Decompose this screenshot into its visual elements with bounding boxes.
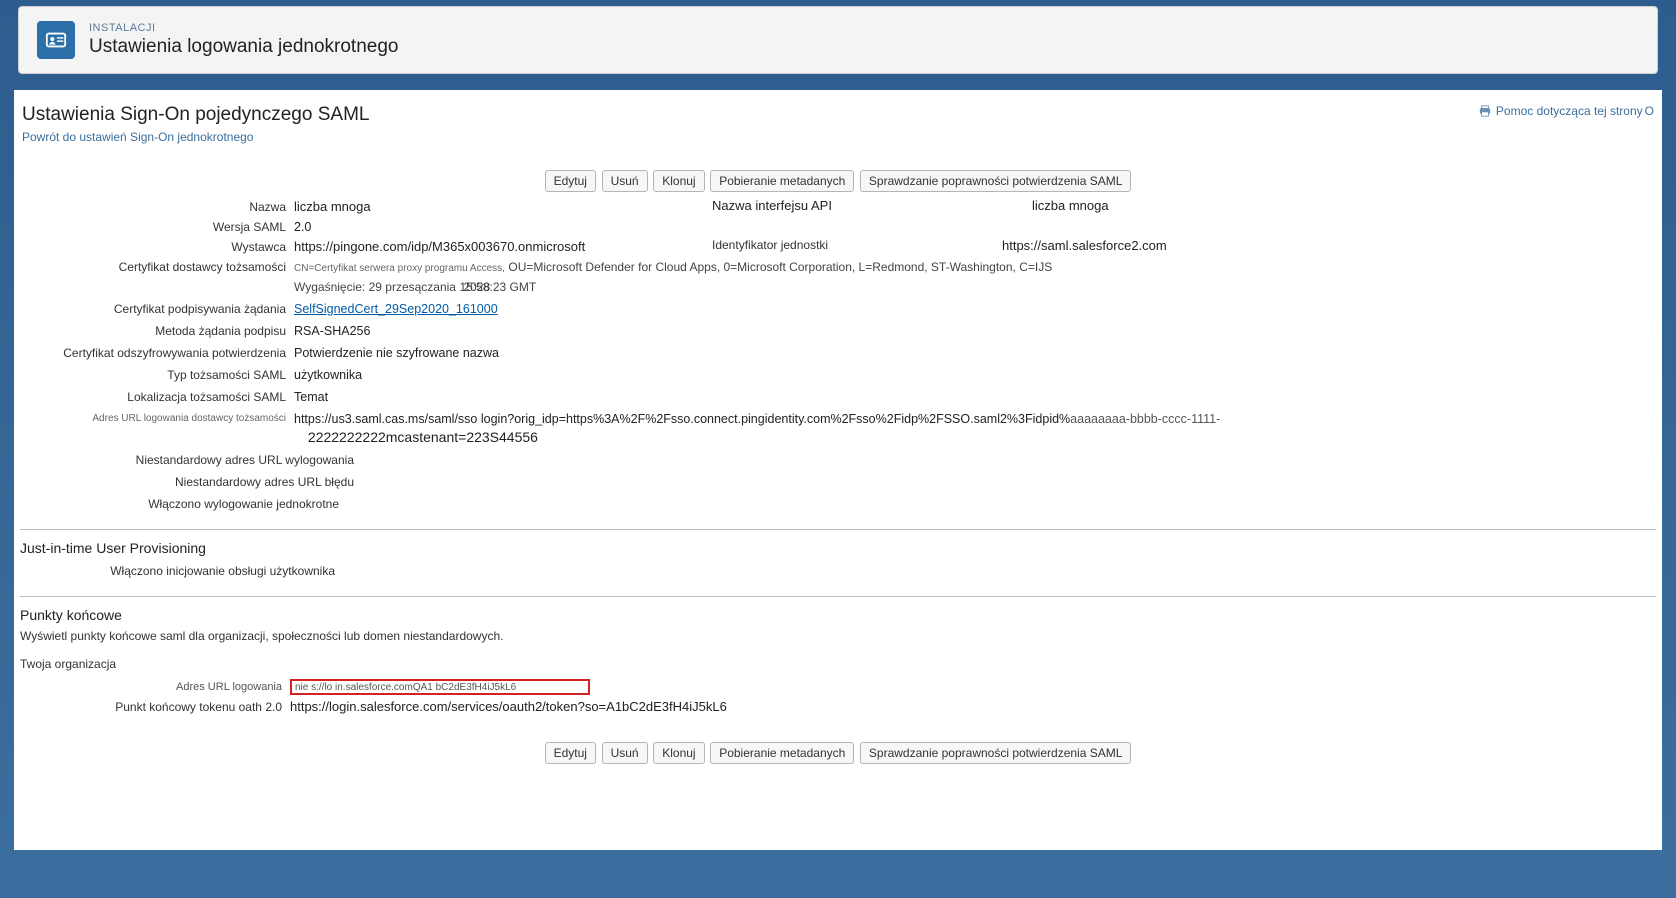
help-link[interactable]: Pomoc dotycząca tej strony O (1478, 104, 1654, 118)
edit-button-bottom[interactable]: Edytuj (545, 742, 596, 764)
delete-button-bottom[interactable]: Usuń (602, 742, 648, 764)
endpoints-org: Twoja organizacja (18, 655, 1658, 677)
page-title: Ustawienia Sign-On pojedynczego SAML (22, 104, 369, 126)
value-api-name: liczba mnoga (1032, 198, 1109, 213)
row-identity-type: Typ tożsamości SAML użytkownika (22, 364, 1654, 386)
clone-button-bottom[interactable]: Klonuj (653, 742, 704, 764)
validate-saml-button[interactable]: Sprawdzanie poprawności potwierdzenia SA… (860, 170, 1131, 192)
download-metadata-button-bottom[interactable]: Pobieranie metadanych (710, 742, 854, 764)
label-jit-enabled: Włączono inicjowanie obsługi użytkownika (18, 562, 343, 580)
top-background: INSTALACJI Ustawienia logowania jednokro… (0, 0, 1676, 850)
value-identity-type: użytkownika (294, 366, 1654, 384)
row-idp-cert: Certyfikat dostawcy tożsamości CN=Certyf… (22, 256, 1654, 298)
idp-cert-expiry-prefix: Wygaśnięcie: 29 przesączania (294, 280, 456, 294)
login-url-part-a: https://us3.saml.cas.ms/saml/sso login?o… (294, 412, 1070, 426)
content-head: Ustawienia Sign-On pojedynczego SAML Pow… (18, 104, 1658, 144)
label-custom-logout: Niestandardowy adres URL wylogowania (22, 451, 362, 469)
header-card: INSTALACJI Ustawienia logowania jednokro… (18, 6, 1658, 74)
row-oauth-token: Punkt końcowy tokenu oath 2.0 https://lo… (18, 697, 1658, 716)
idp-cert-rest: OU=Microsoft Defender for Cloud Apps, 0=… (508, 260, 1052, 274)
row-req-sig-method: Metoda żądania podpisu RSA-SHA256 (22, 320, 1654, 342)
row-assertion-decrypt: Certyfikat odszyfrowywania potwierdzenia… (22, 342, 1654, 364)
endpoints-heading: Punkty końcowe (18, 603, 1658, 627)
row-custom-logout: Niestandardowy adres URL wylogowania (22, 449, 1654, 471)
label-entity-id: Identyfikator jednostki (712, 238, 1042, 252)
row-identity-loc: Lokalizacja tożsamości SAML Temat (22, 386, 1654, 408)
row-login-url: Adres URL logowania nie s://lo in.salesf… (18, 677, 1658, 697)
value-req-sign-cert: SelfSignedCert_29Sep2020_161000 (294, 300, 1654, 318)
details-section: Nazwa liczba mnoga Nazwa interfejsu API … (18, 198, 1658, 515)
label-version: Wersja SAML (22, 218, 294, 236)
header-texts: INSTALACJI Ustawienia logowania jednokro… (89, 22, 398, 58)
row-req-sign-cert: Certyfikat podpisywania żądania SelfSign… (22, 298, 1654, 320)
download-metadata-button[interactable]: Pobieranie metadanych (710, 170, 854, 192)
help-suffix: O (1645, 104, 1654, 118)
value-version: 2.0 (294, 218, 1654, 236)
row-name: Nazwa liczba mnoga Nazwa interfejsu API … (22, 198, 1654, 216)
label-idp-login-url: Adres URL logowania dostawcy tożsamości (22, 410, 294, 428)
value-entity-id: https://saml.salesforce2.com (1002, 238, 1167, 253)
label-slo-enabled: Włączono wylogowanie jednokrotne (22, 495, 347, 513)
label-api-name: Nazwa interfejsu API (712, 198, 1032, 213)
divider-endpoints (20, 596, 1656, 597)
divider-jit (20, 529, 1656, 530)
login-url-part-c: 2222222222mcastenant=223S44556 (308, 429, 538, 445)
label-oauth-token: Punkt końcowy tokenu oath 2.0 (18, 700, 290, 714)
label-assertion-decrypt: Certyfikat odszyfrowywania potwierdzenia (22, 344, 294, 362)
value-issuer: https://pingone.com/idp/M365x003670.onmi… (294, 238, 712, 256)
label-identity-type: Typ tożsamości SAML (22, 366, 294, 384)
login-url-part-b: aaaaaaaa-bbbb-cccc-1111- (1070, 412, 1220, 426)
help-text: Pomoc dotycząca tej strony (1496, 104, 1643, 118)
clone-button[interactable]: Klonuj (653, 170, 704, 192)
value-login-url-container: nie s://lo in.salesforce.comQA1 bC2dE3fH… (290, 679, 1658, 695)
value-identity-loc: Temat (294, 388, 1654, 406)
validate-saml-button-bottom[interactable]: Sprawdzanie poprawności potwierdzenia SA… (860, 742, 1131, 764)
label-login-url: Adres URL logowania (18, 681, 290, 693)
back-link[interactable]: Powrót do ustawień Sign-On jednokrotnego (22, 130, 253, 144)
value-req-sig-method: RSA-SHA256 (294, 322, 1654, 340)
printer-icon (1478, 105, 1492, 117)
label-req-sign-cert: Certyfikat podpisywania żądania (22, 300, 294, 318)
jit-heading: Just-in-time User Provisioning (18, 536, 1658, 560)
row-idp-login-url: Adres URL logowania dostawcy tożsamości … (22, 408, 1654, 449)
content-panel: Ustawienia Sign-On pojedynczego SAML Pow… (14, 90, 1662, 850)
header-super: INSTALACJI (89, 22, 398, 34)
label-identity-loc: Lokalizacja tożsamości SAML (22, 388, 294, 406)
login-url-highlight: nie s://lo in.salesforce.comQA1 bC2dE3fH… (290, 679, 590, 695)
label-name: Nazwa (22, 198, 294, 216)
delete-button[interactable]: Usuń (602, 170, 648, 192)
label-custom-error: Niestandardowy adres URL błędu (22, 473, 362, 491)
value-idp-login-url: https://us3.saml.cas.ms/saml/sso login?o… (294, 410, 1654, 447)
row-version: Wersja SAML 2.0 (22, 216, 1654, 238)
idp-cert-year: 2028 (463, 278, 490, 296)
row-jit-enabled: Włączono inicjowanie obsługi użytkownika (18, 560, 1658, 582)
endpoints-sub: Wyświetl punkty końcowe saml dla organiz… (18, 627, 1658, 649)
value-oauth-token: https://login.salesforce.com/services/oa… (290, 699, 1658, 714)
label-req-sig-method: Metoda żądania podpisu (22, 322, 294, 340)
row-issuer: Wystawca https://pingone.com/idp/M365x00… (22, 238, 1654, 256)
header-title: Ustawienia logowania jednokrotnego (89, 36, 398, 58)
label-issuer: Wystawca (22, 238, 294, 256)
button-row-bottom: Edytuj Usuń Klonuj Pobieranie metadanych… (18, 742, 1658, 764)
id-card-icon (37, 21, 75, 59)
button-row-top: Edytuj Usuń Klonuj Pobieranie metadanych… (18, 170, 1658, 192)
label-idp-cert: Certyfikat dostawcy tożsamości (22, 258, 294, 276)
row-custom-error: Niestandardowy adres URL błędu (22, 471, 1654, 493)
edit-button[interactable]: Edytuj (545, 170, 596, 192)
row-slo-enabled: Włączono wylogowanie jednokrotne (22, 493, 1654, 515)
value-assertion-decrypt: Potwierdzenie nie szyfrowane nazwa (294, 344, 1654, 362)
idp-cert-cn: CN=Certyfikat serwera proxy programu Acc… (294, 263, 505, 274)
link-req-sign-cert[interactable]: SelfSignedCert_29Sep2020_161000 (294, 302, 498, 316)
value-idp-cert: CN=Certyfikat serwera proxy programu Acc… (294, 258, 1654, 296)
value-name: liczba mnoga (294, 198, 712, 216)
